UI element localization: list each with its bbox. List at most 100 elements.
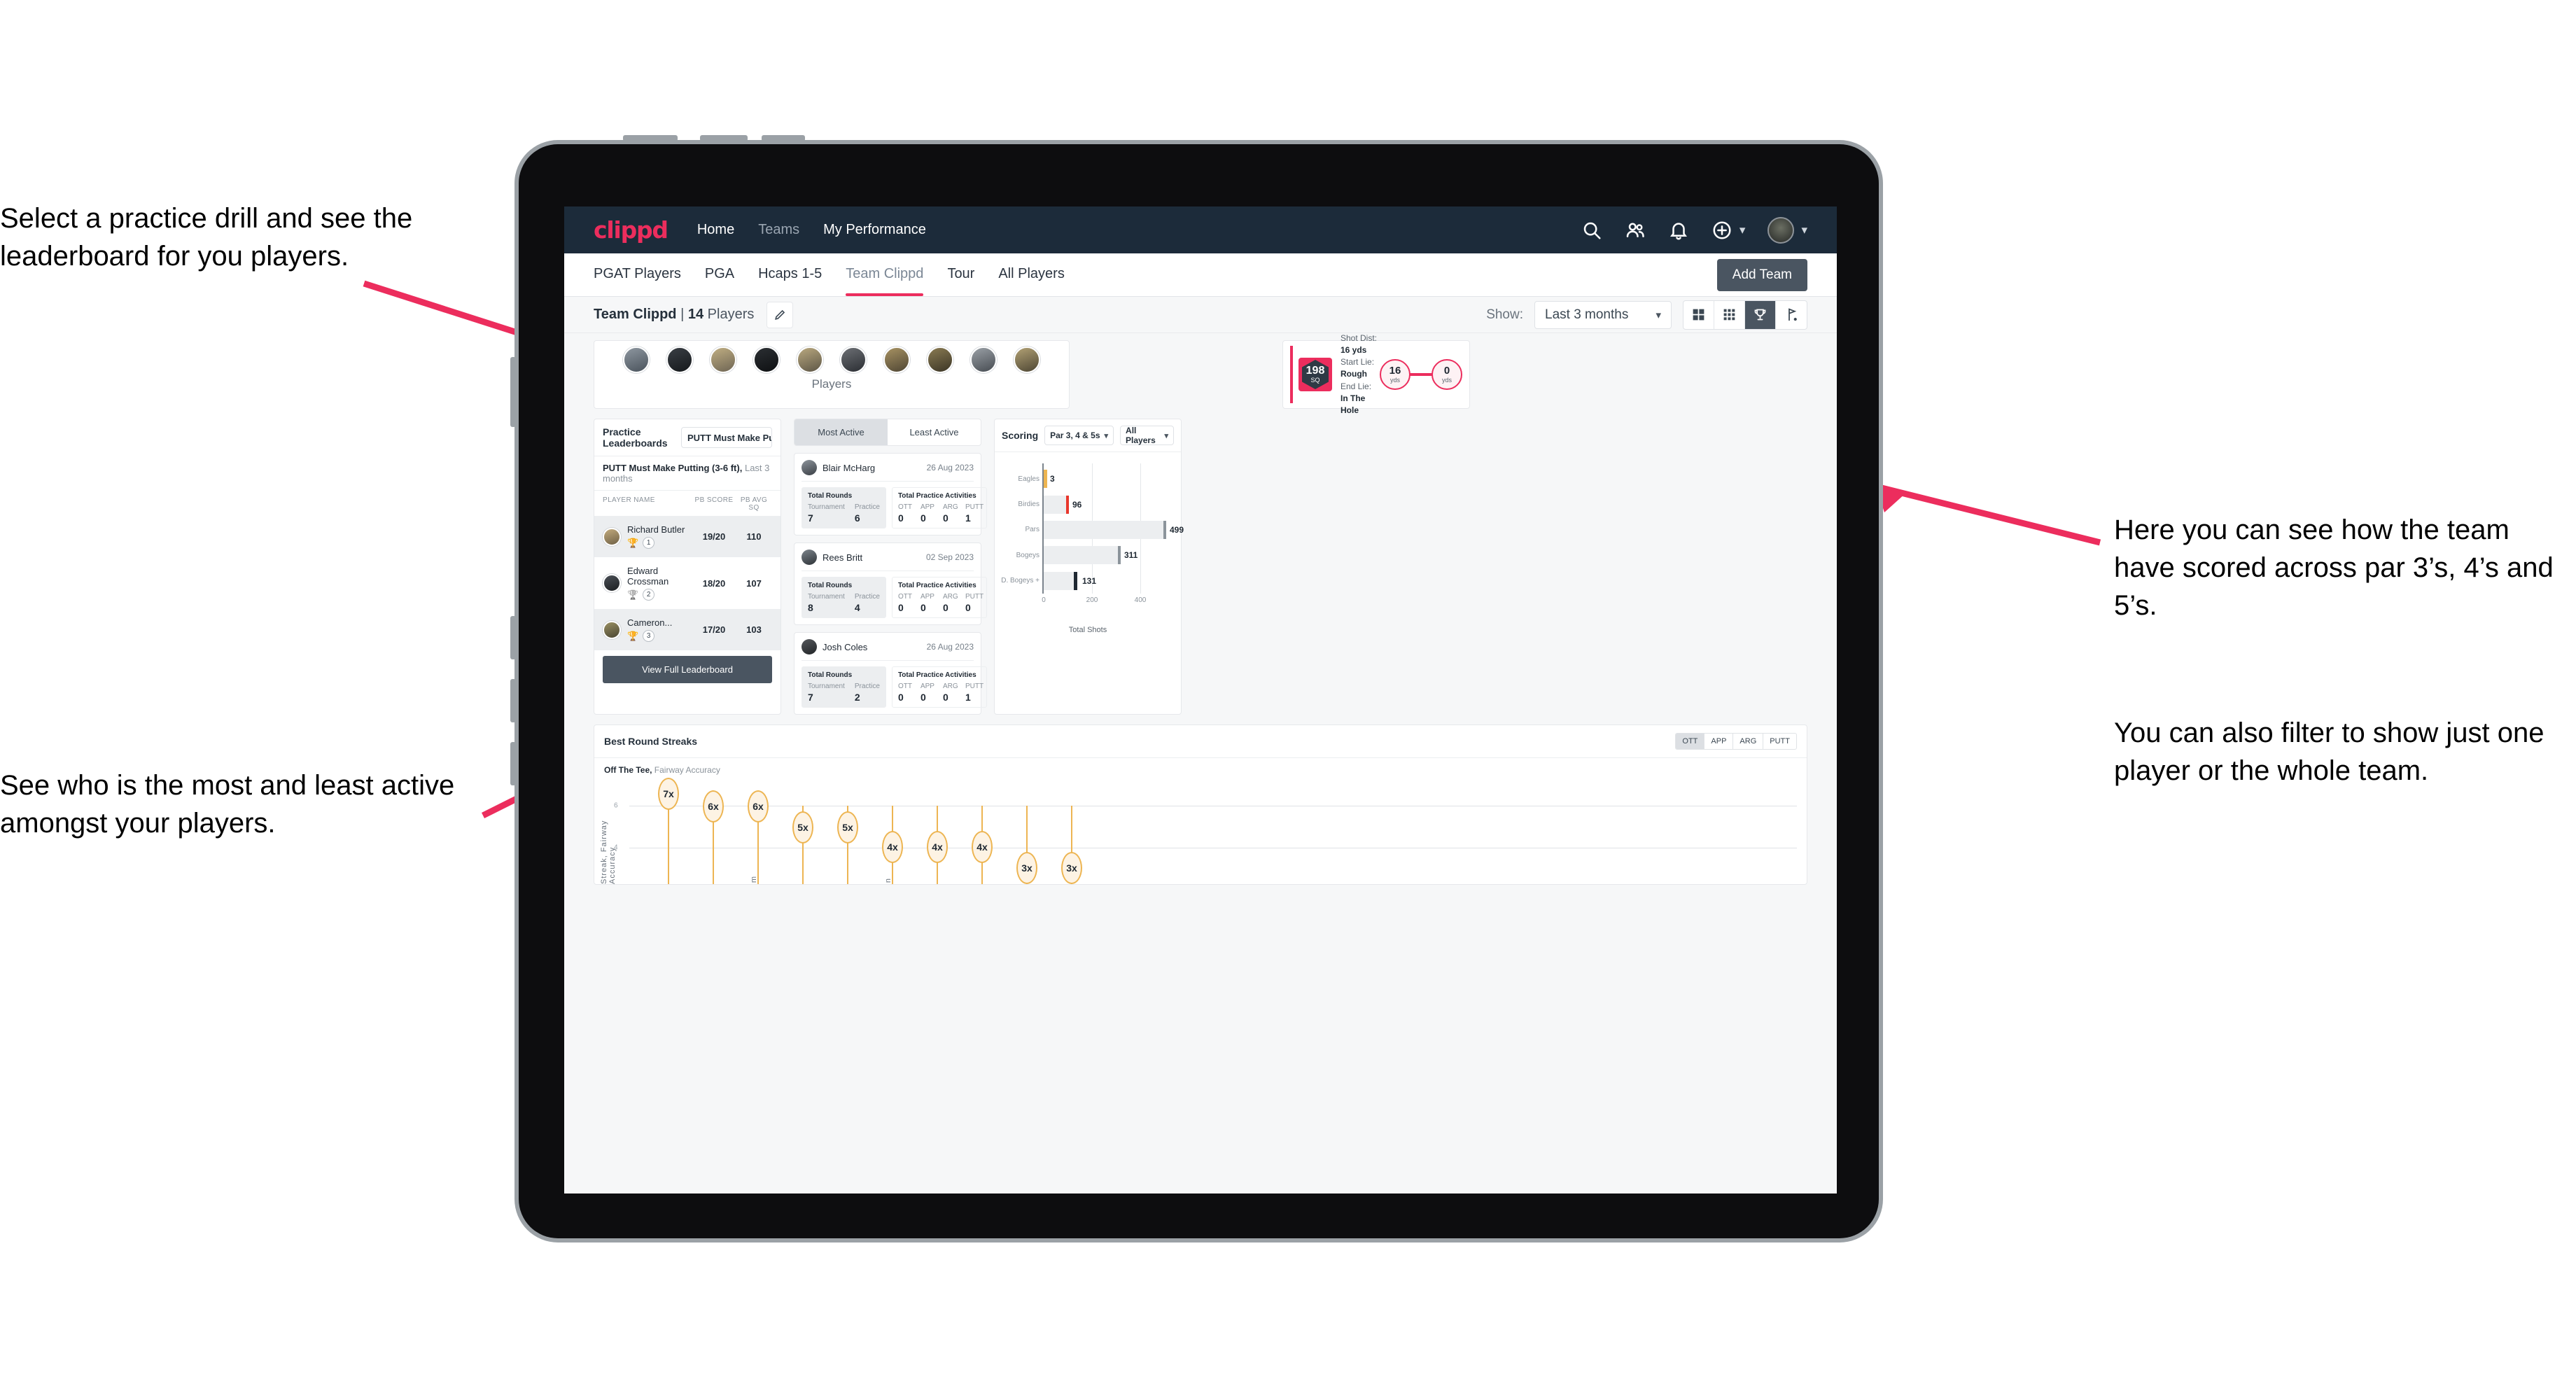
bar: 3 xyxy=(1044,470,1055,489)
tab-hcaps-1-5[interactable]: Hcaps 1-5 xyxy=(758,253,822,296)
leaderboard-player: Cameron... 🏆 3 xyxy=(621,617,692,642)
tab-app[interactable]: APP xyxy=(1704,734,1734,749)
tab-arg[interactable]: ARG xyxy=(1733,734,1764,749)
add-team-button[interactable]: Add Team xyxy=(1716,258,1807,291)
tab-least-active[interactable]: Least Active xyxy=(888,419,981,445)
show-range-select[interactable]: Last 3 months ▾ xyxy=(1534,300,1672,329)
practice-activities-box: Total Practice Activities OTT 0 APP 0 ARG 0… xyxy=(891,666,987,708)
view-toggle-grid-small[interactable] xyxy=(1714,300,1745,329)
bar-label: Eagles xyxy=(1018,475,1040,483)
team-separator: | xyxy=(680,307,685,322)
shot-dist-line: Shot Dist: 16 yds xyxy=(1340,333,1378,356)
primary-nav: Home Teams My Performance xyxy=(697,222,926,238)
team-name: Team Clippd xyxy=(594,307,677,322)
streak-bubble[interactable]: 6x xyxy=(703,790,724,822)
avatar[interactable] xyxy=(840,346,867,373)
total-rounds-title: Total Rounds xyxy=(808,671,853,679)
tab-team-clippd[interactable]: Team Clippd xyxy=(846,253,924,296)
streak-bubble[interactable]: 7x xyxy=(658,778,679,810)
column-pb-score: PB SCORE xyxy=(694,496,734,504)
streak-bubble[interactable]: 4x xyxy=(882,831,903,863)
leaderboard-player: Richard Butler 🏆 1 xyxy=(621,524,692,549)
scoring-bar-chart: Eagles 3 Birdies 96 Pars 499 Bogeys 311 … xyxy=(1001,463,1184,612)
streak-stem: 4x xyxy=(882,806,903,884)
leaderboard-drill-name: PUTT Must Make Putting (3-6 ft), xyxy=(603,463,743,473)
clippd-logo[interactable]: clippd xyxy=(594,216,668,244)
grid-large-icon xyxy=(1693,309,1704,321)
rank-badge: 1 xyxy=(643,537,655,549)
tab-pgat-players[interactable]: PGAT Players xyxy=(594,253,681,296)
avatar[interactable] xyxy=(797,346,823,373)
avatar xyxy=(802,550,817,565)
avatar[interactable] xyxy=(970,346,997,373)
chevron-down-icon-profile[interactable]: ▾ xyxy=(1801,223,1807,237)
avatar xyxy=(802,460,817,475)
player-name: Blair McHarg xyxy=(822,462,876,473)
view-full-leaderboard-button[interactable]: View Full Leaderboard xyxy=(603,656,772,683)
table-row[interactable]: Cameron... 🏆 3 17/20 103 xyxy=(594,609,780,650)
trophy-icon: 🏆 xyxy=(627,589,639,600)
avatar[interactable] xyxy=(883,346,910,373)
avatar[interactable] xyxy=(753,346,780,373)
x-tick-label: n xyxy=(884,878,892,883)
team-tabs-bar: PGAT Players PGA Hcaps 1-5 Team Clippd T… xyxy=(564,253,1837,297)
par-filter-select[interactable]: Par 3, 4 & 5s ▾ xyxy=(1044,426,1114,445)
total-rounds-box: Total Rounds Tournament 7 Practice 2 xyxy=(802,666,886,708)
streak-bubble[interactable]: 4x xyxy=(972,831,993,863)
streak-bubble[interactable]: 5x xyxy=(837,811,858,844)
tab-most-active[interactable]: Most Active xyxy=(794,419,888,445)
activity-card-header: Rees Britt 02 Sep 2023 xyxy=(802,550,974,571)
tablet-button-left-3 xyxy=(510,679,516,722)
avatar[interactable] xyxy=(623,346,650,373)
act-putt: PUTT 0 xyxy=(965,593,984,613)
view-toggle-grid-large[interactable] xyxy=(1684,300,1714,329)
avatar[interactable] xyxy=(710,346,736,373)
streak-points: 7x 6x 6x 5x 5x 4x 4x 4x 3x 3x m n xyxy=(629,778,1797,884)
act-arg: ARG 0 xyxy=(942,503,958,524)
table-row[interactable]: Richard Butler 🏆 1 19/20 110 xyxy=(594,516,780,557)
annotation-practice-drill: Select a practice drill and see the lead… xyxy=(0,203,413,272)
player-rank-group: 🏆 2 xyxy=(627,589,692,601)
act-putt: PUTT 1 xyxy=(965,682,984,703)
table-row[interactable]: Edward Crossman 🏆 2 18/20 107 xyxy=(594,557,780,609)
streaks-title: Best Round Streaks xyxy=(604,736,698,747)
streaks-segmented-control: OTT APP ARG PUTT xyxy=(1675,733,1797,750)
avatar[interactable] xyxy=(1014,346,1040,373)
streak-bubble[interactable]: 6x xyxy=(748,790,769,822)
search-icon[interactable] xyxy=(1581,220,1602,241)
drill-select[interactable]: PUTT Must Make Putting ... ▾ xyxy=(681,427,772,448)
pb-avg-value: 107 xyxy=(746,578,762,589)
tab-ott[interactable]: OTT xyxy=(1676,734,1705,749)
rank-badge: 2 xyxy=(643,589,655,601)
rounds-tournament: Tournament 8 xyxy=(808,593,845,613)
end-lie-line: End Lie: In The Hole xyxy=(1340,381,1372,415)
trophy-icon: 🏆 xyxy=(627,630,639,641)
nav-link-home[interactable]: Home xyxy=(697,222,734,238)
streak-bubble[interactable]: 3x xyxy=(1016,852,1037,884)
bell-icon[interactable] xyxy=(1668,220,1689,241)
view-toggle-flag[interactable] xyxy=(1776,301,1807,329)
people-icon[interactable] xyxy=(1625,220,1646,241)
tab-tour[interactable]: Tour xyxy=(947,253,974,296)
tab-putt[interactable]: PUTT xyxy=(1763,734,1796,749)
view-toggle-trophy[interactable] xyxy=(1745,300,1776,329)
avatar xyxy=(603,527,621,546)
streak-bubble[interactable]: 5x xyxy=(792,811,813,844)
plus-circle-icon[interactable] xyxy=(1712,220,1732,241)
player-filter-select[interactable]: All Players ▾ xyxy=(1120,426,1174,445)
nav-link-my-performance[interactable]: My Performance xyxy=(823,222,926,238)
avatar[interactable] xyxy=(666,346,693,373)
nav-link-teams[interactable]: Teams xyxy=(758,222,799,238)
column-player-name: PLAYER NAME xyxy=(603,496,655,504)
streak-bubble[interactable]: 4x xyxy=(927,831,948,863)
bar-value: 311 xyxy=(1124,550,1138,561)
chevron-down-icon-add[interactable]: ▾ xyxy=(1740,223,1746,237)
avatar[interactable] xyxy=(1768,216,1795,244)
edit-team-button[interactable] xyxy=(766,301,794,328)
tab-all-players[interactable]: All Players xyxy=(998,253,1064,296)
column-pb-avg-sq: PB AVG SQ xyxy=(740,496,768,512)
streak-bubble[interactable]: 3x xyxy=(1061,852,1082,884)
streak-stem: 6x xyxy=(703,790,724,884)
tab-pga[interactable]: PGA xyxy=(705,253,734,296)
avatar[interactable] xyxy=(927,346,953,373)
